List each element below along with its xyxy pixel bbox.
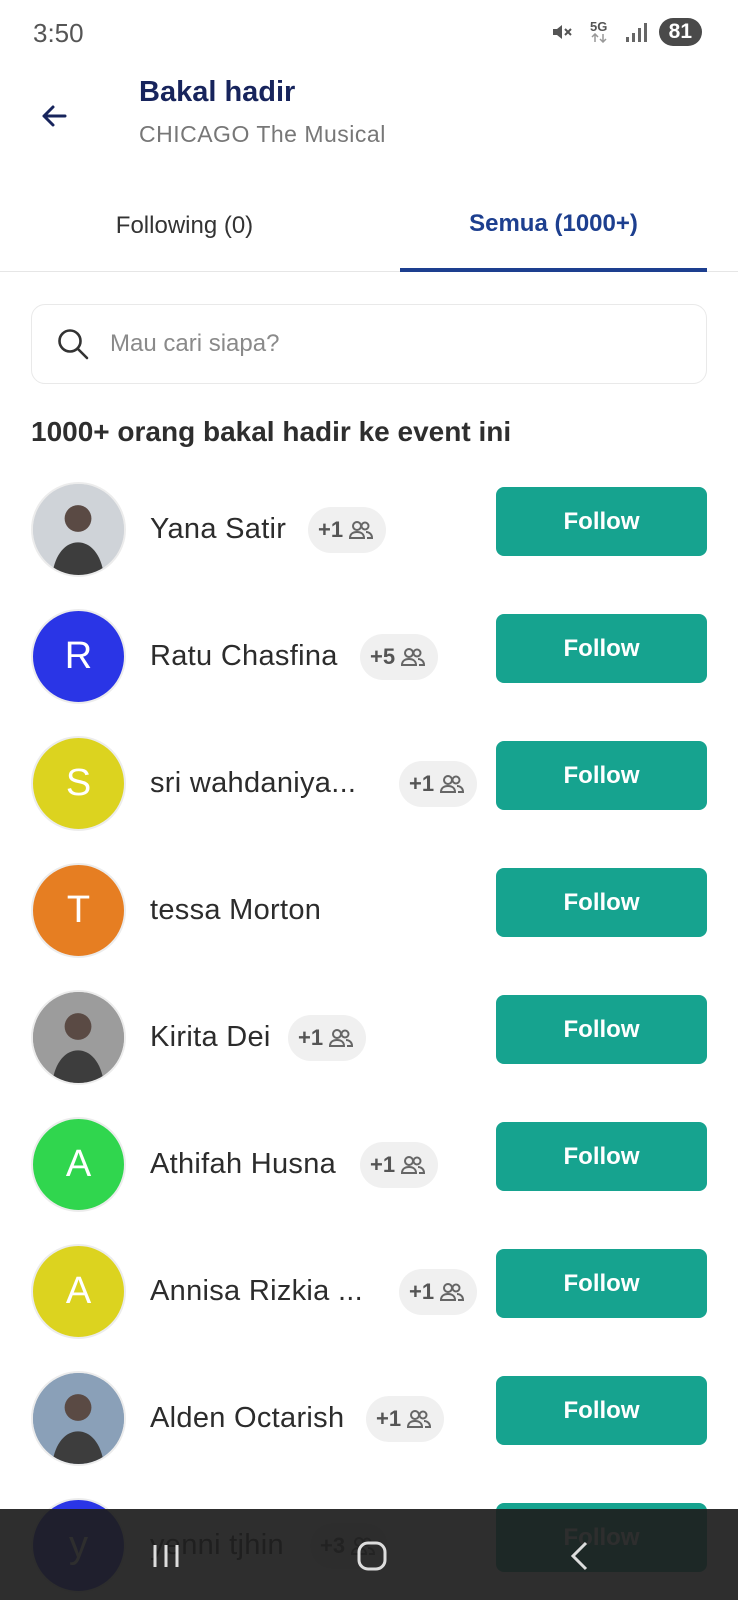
- avatar[interactable]: R: [31, 609, 126, 704]
- signal-icon: [623, 18, 649, 46]
- attendee-name[interactable]: Annisa Rizkia ...: [150, 1228, 363, 1355]
- list-item: Alden Octarish +1 Follow: [0, 1355, 738, 1482]
- network-label: 5G: [589, 19, 608, 34]
- avatar-photo: [33, 992, 124, 1083]
- people-icon: [440, 775, 465, 793]
- friends-count-badge: +1: [366, 1396, 445, 1442]
- avatar[interactable]: T: [31, 863, 126, 958]
- friends-count: +1: [409, 1279, 435, 1304]
- friends-count-badge: +1: [288, 1015, 367, 1061]
- avatar[interactable]: A: [31, 1244, 126, 1339]
- search-input[interactable]: [110, 330, 650, 358]
- avatar-photo: [33, 1373, 124, 1464]
- friends-count: +1: [376, 1406, 402, 1431]
- tab-bar: Following (0) Semua (1000+): [0, 180, 738, 272]
- tab-following[interactable]: Following (0): [0, 180, 369, 272]
- avatar-initial: S: [65, 762, 92, 804]
- battery-icon: 81: [658, 18, 702, 46]
- page-subtitle: CHICAGO The Musical: [139, 121, 386, 147]
- list-item: Ssri wahdaniya... +1 Follow: [0, 720, 738, 847]
- friends-count: +1: [298, 1025, 324, 1050]
- page-title: Bakal hadir: [139, 76, 296, 108]
- friends-count: +1: [409, 771, 435, 796]
- follow-button[interactable]: Follow: [496, 868, 707, 937]
- people-icon: [401, 1156, 426, 1174]
- list-item: Kirita Dei +1 Follow: [0, 974, 738, 1101]
- avatar-initial: R: [64, 635, 93, 677]
- friends-count-badge: +1: [360, 1142, 439, 1188]
- follow-button[interactable]: Follow: [496, 1249, 707, 1318]
- back-icon[interactable]: [555, 1531, 605, 1581]
- list-item: Yana Satir +1 Follow: [0, 466, 738, 593]
- friends-count-badge: +1: [308, 507, 387, 553]
- status-bar: 3:50 5G 81: [0, 0, 738, 66]
- avatar-photo: [33, 484, 124, 575]
- follow-button[interactable]: Follow: [496, 741, 707, 810]
- attendee-name[interactable]: tessa Morton: [150, 847, 321, 974]
- search-box[interactable]: [31, 304, 707, 384]
- people-icon: [329, 1029, 354, 1047]
- avatar[interactable]: [31, 1371, 126, 1466]
- friends-count-badge: +1: [399, 761, 478, 807]
- friends-count: +1: [370, 1152, 396, 1177]
- follow-button[interactable]: Follow: [496, 1122, 707, 1191]
- friends-count: +1: [318, 517, 344, 542]
- list-item: Ttessa Morton Follow: [0, 847, 738, 974]
- avatar-initial: T: [66, 889, 91, 931]
- attendee-name[interactable]: Athifah Husna: [150, 1101, 336, 1228]
- avatar[interactable]: A: [31, 1117, 126, 1212]
- status-icons: 5G 81: [549, 18, 702, 46]
- people-icon: [349, 521, 374, 539]
- search-icon: [58, 329, 89, 360]
- home-icon[interactable]: [347, 1531, 397, 1581]
- attendee-name[interactable]: Kirita Dei: [150, 974, 271, 1101]
- attendee-name[interactable]: sri wahdaniya...: [150, 720, 356, 847]
- attendee-name[interactable]: Ratu Chasfina: [150, 593, 338, 720]
- attendee-name[interactable]: Alden Octarish: [150, 1355, 344, 1482]
- avatar[interactable]: S: [31, 736, 126, 831]
- list-item: R Ratu Chasfina +5 Follow: [0, 593, 738, 720]
- people-icon: [407, 1410, 432, 1428]
- friends-count: +5: [370, 644, 396, 669]
- follow-button[interactable]: Follow: [496, 995, 707, 1064]
- list-item: A Athifah Husna +1 Follow: [0, 1101, 738, 1228]
- friends-count-badge: +5: [360, 634, 439, 680]
- header: Bakal hadir CHICAGO The Musical: [0, 66, 738, 176]
- status-time: 3:50: [33, 18, 84, 48]
- back-button[interactable]: [30, 92, 78, 140]
- people-icon: [440, 1283, 465, 1301]
- list-item: A Annisa Rizkia ... +1 Follow: [0, 1228, 738, 1355]
- friends-count-badge: +1: [399, 1269, 478, 1315]
- avatar-initial: A: [65, 1143, 92, 1185]
- follow-button[interactable]: Follow: [496, 1376, 707, 1445]
- 5g-icon: 5G: [585, 18, 613, 46]
- avatar[interactable]: [31, 990, 126, 1085]
- tab-all[interactable]: Semua (1000+): [400, 180, 707, 272]
- attendee-name[interactable]: Yana Satir: [150, 466, 286, 593]
- arrow-left-icon: [42, 105, 67, 127]
- avatar-initial: A: [65, 1270, 92, 1312]
- avatar[interactable]: [31, 482, 126, 577]
- mute-icon: [549, 18, 575, 46]
- recent-apps-icon[interactable]: [141, 1531, 191, 1581]
- attendee-count-heading: 1000+ orang bakal hadir ke event ini: [31, 416, 512, 447]
- people-icon: [401, 648, 426, 666]
- system-nav-bar: [0, 1509, 738, 1600]
- follow-button[interactable]: Follow: [496, 614, 707, 683]
- follow-button[interactable]: Follow: [496, 487, 707, 556]
